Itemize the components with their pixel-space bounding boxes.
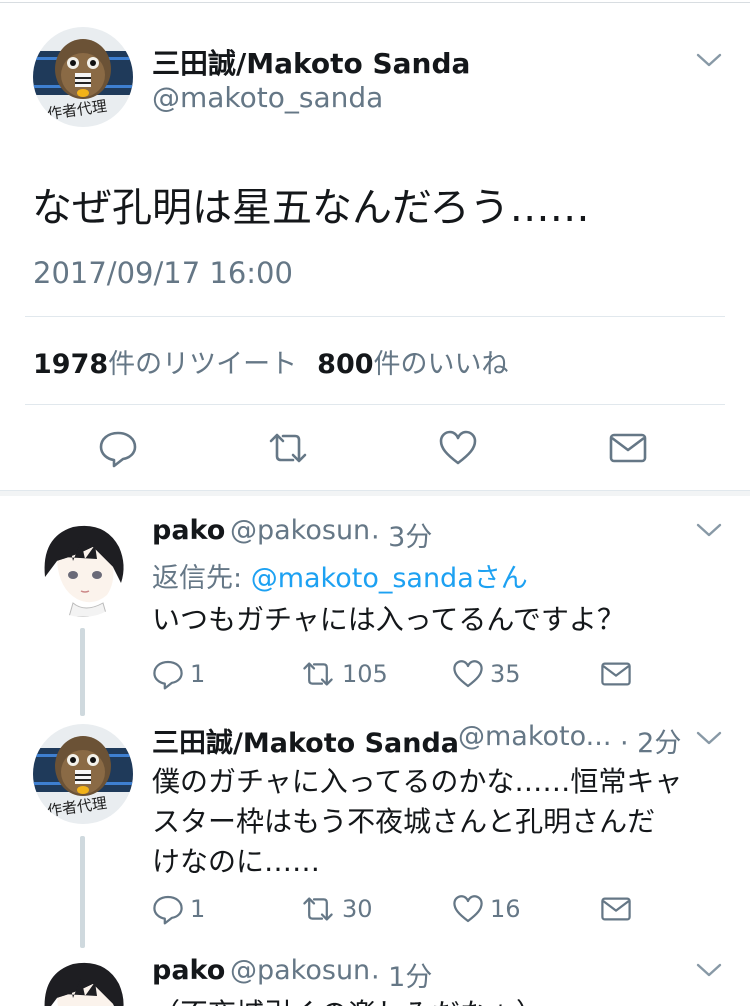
reply-text: いつもガチャには入ってるんですよ？ [152, 603, 625, 636]
author-avatar[interactable]: 作者代理 [33, 27, 133, 127]
like-count: 16 [490, 895, 521, 923]
heart-icon [453, 660, 483, 688]
reply-avatar[interactable] [33, 954, 133, 1006]
top-divider [0, 2, 750, 3]
reply-author-handle[interactable]: @pakosun [230, 515, 370, 546]
reply-button[interactable]: 1 [152, 658, 205, 690]
author-handle[interactable]: @makoto_sanda [152, 81, 383, 114]
heart-icon [453, 895, 483, 923]
reply-author-name[interactable]: pako [152, 955, 225, 986]
reply-to-link[interactable]: @makoto_sandaさん [251, 563, 528, 594]
chevron-down-icon[interactable] [696, 522, 722, 538]
reply-time[interactable]: · 3分 [371, 515, 432, 554]
reply-author-handle[interactable]: @makoto... [458, 721, 611, 752]
reply-author-name[interactable]: pako [152, 515, 225, 546]
tweet-text: なぜ孔明は星五なんだろう…… [32, 185, 590, 231]
chevron-down-icon[interactable] [696, 52, 722, 68]
reply-icon [153, 660, 183, 690]
retweet-label[interactable]: 件のリツイート [108, 349, 297, 380]
divider [25, 404, 725, 405]
reply-count: 1 [190, 895, 206, 923]
retweet-icon [303, 662, 333, 686]
heart-icon[interactable] [438, 428, 478, 468]
reply-text-line: 僕のガチャに入ってるのかな……恒常キャ [152, 765, 683, 798]
envelope-icon [601, 897, 631, 921]
like-label[interactable]: 件のいいね [374, 349, 509, 380]
like-count: 35 [490, 660, 521, 688]
chevron-down-icon[interactable] [696, 962, 722, 978]
reply-time[interactable]: · 2分 [620, 721, 681, 760]
retweet-icon[interactable] [268, 428, 308, 468]
reply-button[interactable]: 1 [152, 893, 205, 925]
reply-to-line: 返信先: @makoto_sandaさん [152, 556, 528, 595]
thread-line [80, 836, 85, 948]
section-divider [0, 490, 750, 496]
reply-author-handle[interactable]: @pakosun [230, 955, 370, 986]
like-button[interactable]: 35 [452, 658, 521, 690]
reply-text-line: けなのに…… [152, 845, 321, 878]
reply-text-line: スター枠はもう不夜城さんと孔明さんだ [152, 805, 656, 838]
reply-avatar[interactable]: 作者代理 [33, 724, 133, 824]
envelope-icon[interactable] [608, 428, 648, 468]
author-name[interactable]: 三田誠/Makoto Sanda [152, 42, 470, 82]
divider [25, 316, 725, 317]
tweet-stats: 1978件のリツイート 800件のいいね [33, 342, 509, 381]
reply-avatar[interactable] [33, 517, 133, 617]
like-count[interactable]: 800 [317, 349, 373, 380]
retweet-count: 105 [342, 660, 388, 688]
retweet-count: 30 [342, 895, 373, 923]
reply-time[interactable]: · 1分 [371, 955, 432, 994]
reply-icon[interactable] [98, 428, 138, 468]
reply-count: 1 [190, 660, 206, 688]
reply-author-name[interactable]: 三田誠/Makoto Sanda [152, 721, 459, 760]
retweet-button[interactable]: 105 [300, 658, 388, 690]
envelope-icon [601, 662, 631, 686]
retweet-count[interactable]: 1978 [33, 349, 108, 380]
thread-line [80, 628, 85, 716]
reply-to-prefix: 返信先: [152, 563, 251, 594]
retweet-icon [303, 897, 333, 921]
share-button[interactable] [600, 658, 632, 690]
reply-text: （不夜城引くの楽しみだなぁ） [152, 992, 544, 1006]
chevron-down-icon[interactable] [696, 730, 722, 746]
retweet-button[interactable]: 30 [300, 893, 373, 925]
tweet-timestamp[interactable]: 2017/09/17 16:00 [33, 256, 293, 290]
share-button[interactable] [600, 893, 632, 925]
like-button[interactable]: 16 [452, 893, 521, 925]
reply-icon [153, 895, 183, 925]
